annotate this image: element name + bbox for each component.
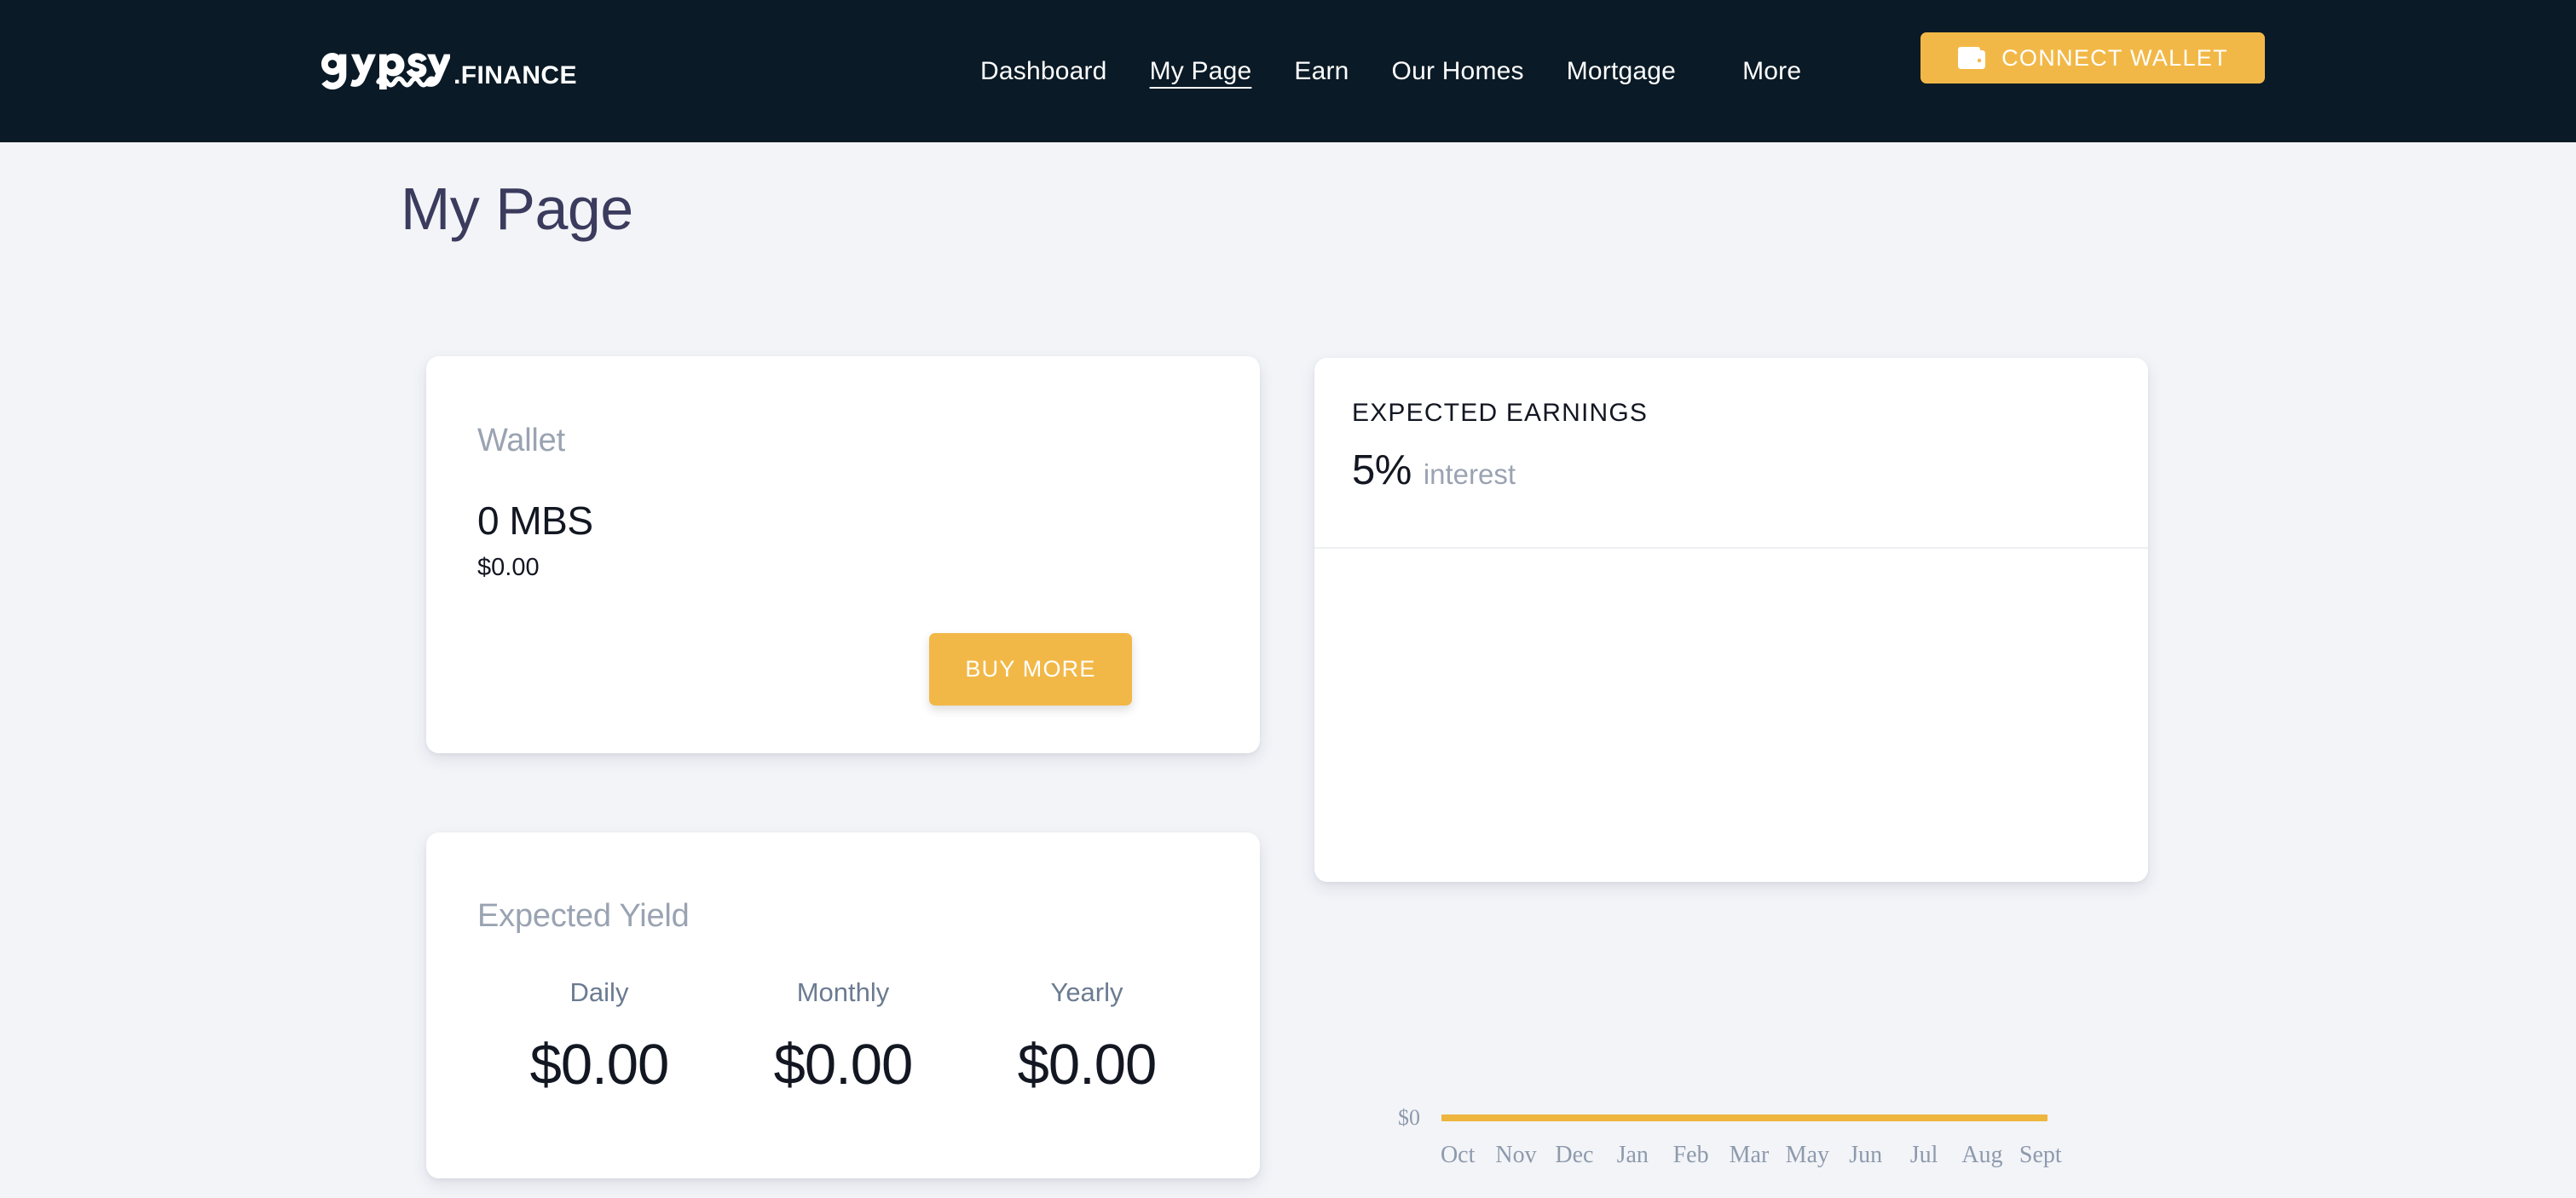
chart-x-tick-jul: Jul (1909, 1142, 1938, 1168)
chart-x-tick-nov: Nov (1495, 1142, 1537, 1168)
nav-item-our-homes[interactable]: Our Homes (1392, 52, 1524, 91)
logo[interactable]: .FINANCE (314, 34, 577, 102)
wallet-card: Wallet 0 MBS $0.00 BUY MORE (426, 356, 1260, 753)
expected-earnings-chart: $0 Oct Nov Dec Jan Feb Mar May Jun Jul Aug Sept (1352, 556, 2111, 1167)
logo-suffix: .FINANCE (453, 61, 577, 89)
yield-label-daily: Daily (569, 977, 629, 1007)
expected-yield-title: Expected Yield (477, 898, 690, 934)
chart-x-tick-jun: Jun (1849, 1142, 1883, 1168)
main-navigation: Dashboard My Page Earn Our Homes Mortgag… (980, 0, 1801, 142)
interest-rate-label: interest (1423, 458, 1516, 490)
chart-x-tick-jan: Jan (1616, 1142, 1649, 1168)
gypsy-logo-icon (321, 53, 450, 89)
chart-x-tick-sept: Sept (2019, 1142, 2062, 1168)
nav-item-dashboard[interactable]: Dashboard (980, 52, 1107, 91)
expected-yield-card: Expected Yield Daily $0.00 Monthly $0.00… (426, 832, 1260, 1178)
yield-value-daily: $0.00 (529, 1033, 670, 1097)
yield-value-monthly: $0.00 (773, 1033, 914, 1097)
chart-x-tick-dec: Dec (1555, 1142, 1594, 1168)
chart-x-tick-aug: Aug (1961, 1142, 2003, 1168)
wallet-token-amount: 0 MBS (477, 498, 593, 543)
nav-item-more[interactable]: More (1742, 52, 1801, 91)
yield-label-monthly: Monthly (796, 977, 890, 1007)
connect-wallet-button[interactable]: CONNECT WALLET (1920, 32, 2265, 84)
yield-value-yearly: $0.00 (1017, 1033, 1158, 1097)
wallet-card-title: Wallet (477, 423, 565, 458)
wallet-usd-value: $0.00 (477, 554, 540, 581)
connect-wallet-label: CONNECT WALLET (2001, 44, 2228, 71)
expected-earnings-card: EXPECTED EARNINGS 5% interest $0 Oct Nov D… (1314, 358, 2148, 1167)
chart-x-tick-oct: Oct (1440, 1142, 1476, 1168)
nav-item-mortgage[interactable]: Mortgage (1567, 52, 1676, 91)
chart-x-axis-labels: Oct Nov Dec Jan Feb Mar May Jun Jul Aug Sept (1429, 1143, 2070, 1167)
chart-x-tick-mar: Mar (1729, 1142, 1770, 1168)
yield-label-yearly: Yearly (1050, 977, 1123, 1007)
chart-x-tick-may: May (1785, 1142, 1829, 1168)
card-divider (1314, 547, 2148, 549)
interest-rate-row: 5% interest (1352, 450, 1648, 492)
site-header: .FINANCE Dashboard My Page Earn Our Home… (0, 0, 2576, 142)
yield-column-monthly: Monthly $0.00 (721, 979, 965, 1093)
interest-rate-value: 5% (1352, 447, 1412, 493)
nav-item-my-page[interactable]: My Page (1150, 52, 1252, 91)
chart-y-axis-tick-0: $0 (1398, 1105, 1420, 1130)
expected-earnings-title: EXPECTED EARNINGS (1352, 399, 1649, 427)
nav-item-earn[interactable]: Earn (1294, 52, 1349, 91)
yield-column-yearly: Yearly $0.00 (965, 979, 1209, 1093)
expected-earnings-header: EXPECTED EARNINGS 5% interest (1352, 400, 1648, 492)
yield-column-daily: Daily $0.00 (477, 979, 721, 1093)
wallet-icon (1958, 47, 1986, 69)
page-title: My Page (401, 176, 633, 242)
expected-yield-columns: Daily $0.00 Monthly $0.00 Yearly $0.00 (477, 979, 1209, 1093)
chart-x-tick-feb: Feb (1672, 1142, 1709, 1168)
chart-series-line (1441, 1114, 2048, 1121)
buy-more-button[interactable]: BUY MORE (929, 633, 1132, 706)
